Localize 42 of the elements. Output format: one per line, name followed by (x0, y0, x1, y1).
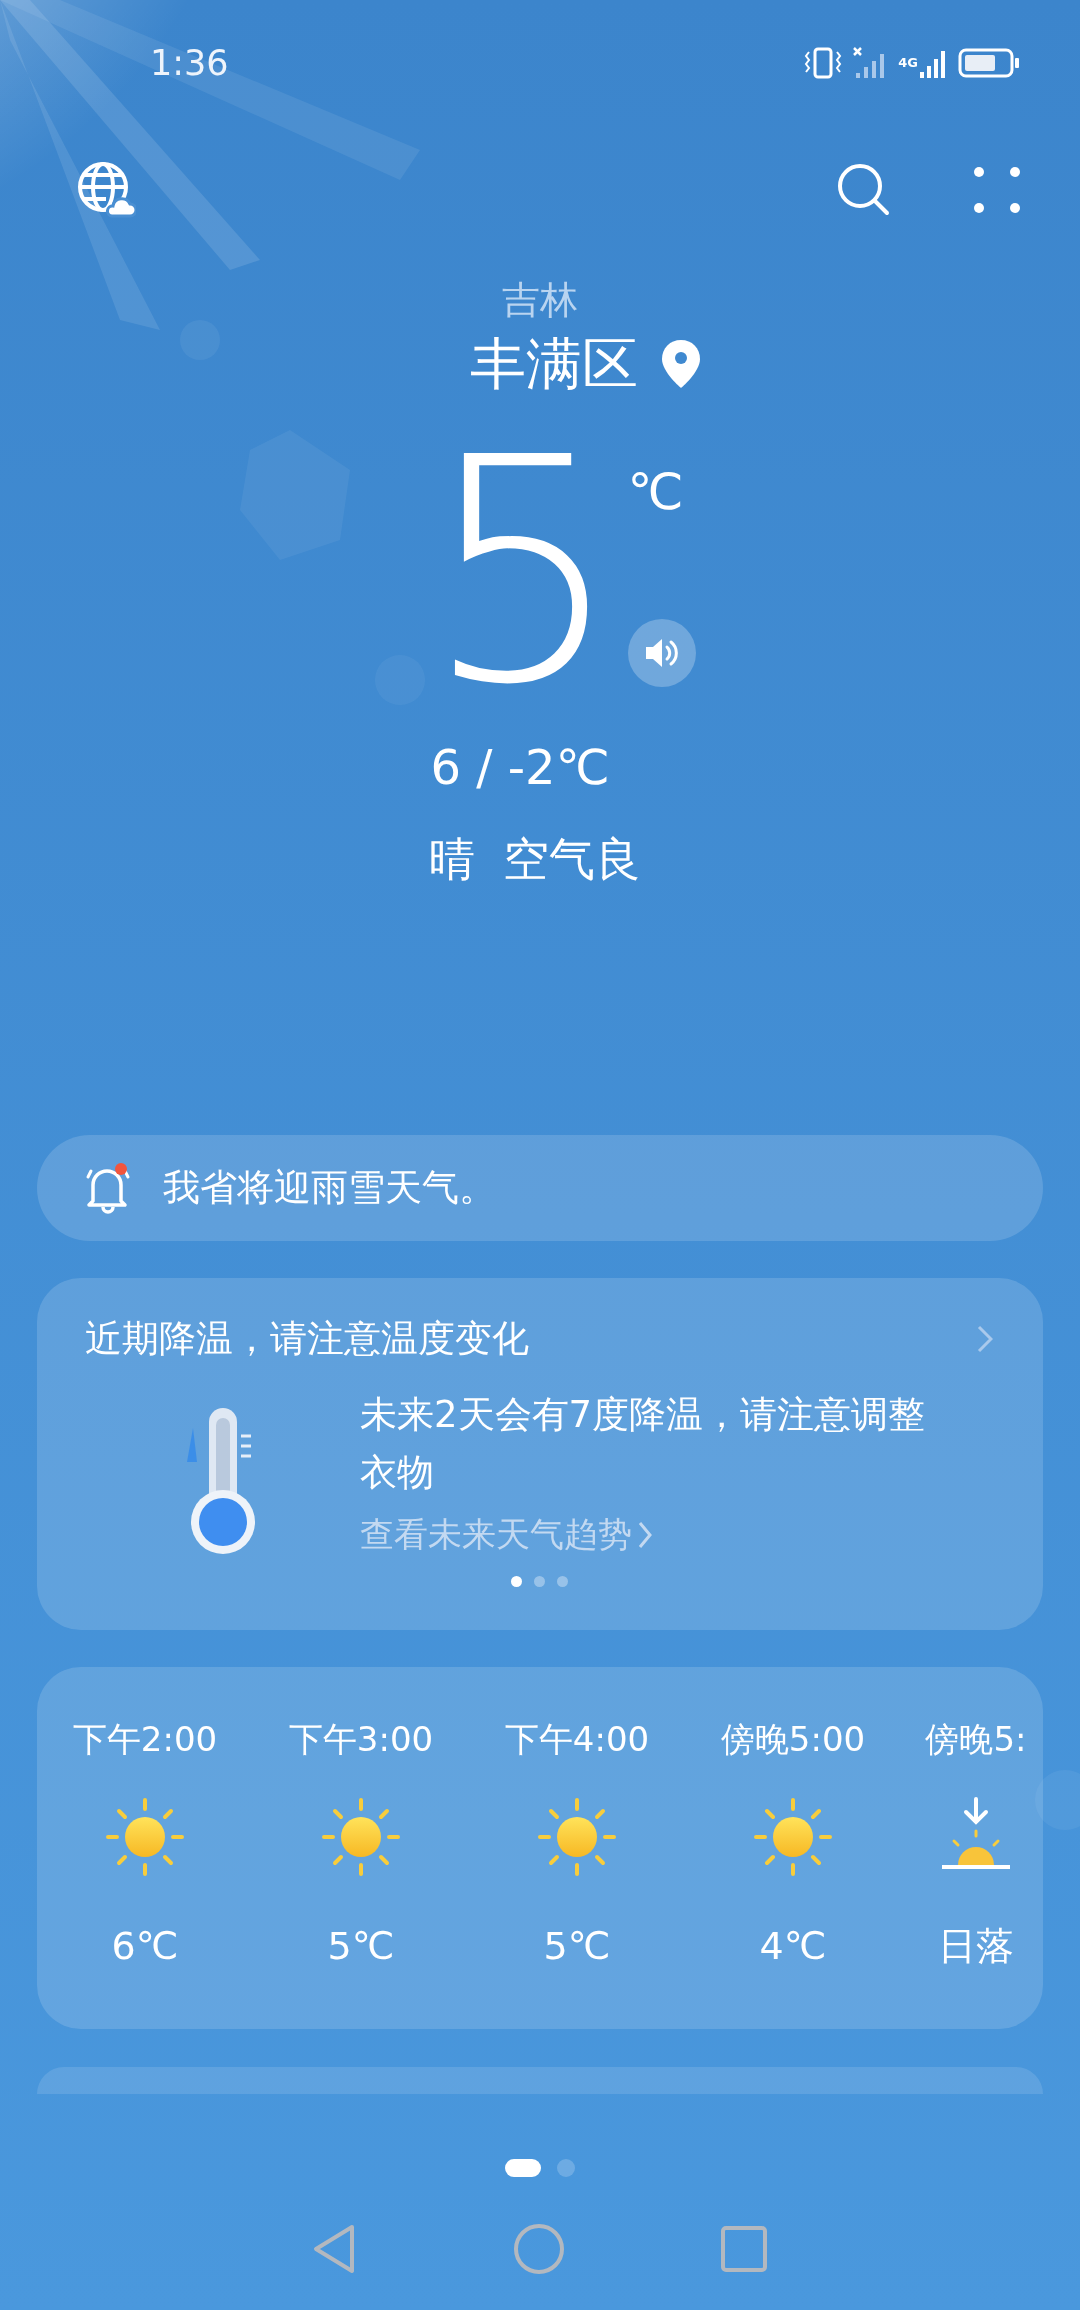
more-dots-icon[interactable] (974, 167, 1020, 213)
network-label: 4G (898, 56, 918, 69)
tip-title: 近期降温，请注意温度变化 (85, 1316, 530, 1362)
clock-time: 1:36 (150, 42, 230, 83)
sun-icon (753, 1797, 833, 1877)
high-low-temperature: 6 / -2℃ (430, 738, 610, 797)
district-name: 丰满区 (470, 330, 638, 398)
sun-icon (537, 1797, 617, 1877)
sun-icon (321, 1797, 401, 1877)
alert-banner[interactable]: 我省将迎雨雪天气。 (37, 1135, 1043, 1241)
chevron-right-icon (977, 1325, 993, 1353)
hour-temperature: 6℃ (111, 1923, 179, 1970)
hour-temperature: 4℃ (759, 1923, 827, 1970)
tip-card[interactable]: 近期降温，请注意温度变化 未来2天会有7度降温，请注意调整衣物 查看未来天气趋势 (37, 1278, 1043, 1630)
hour-temperature: 5℃ (327, 1923, 395, 1970)
home-button[interactable] (513, 2223, 565, 2275)
current-temperature: 5 (424, 437, 618, 707)
sunset-label: 日落 (938, 1923, 1014, 1970)
location-pin-icon (660, 338, 702, 390)
carousel-dot[interactable] (510, 1576, 522, 1587)
hour-time: 傍晚5: (925, 1718, 1027, 1761)
air-quality: 空气良 (503, 831, 641, 888)
forecast-trend-link[interactable]: 查看未来天气趋势 (360, 1512, 652, 1558)
recents-button[interactable] (720, 2225, 768, 2273)
hour-time: 下午4:00 (504, 1718, 650, 1761)
chevron-right-icon (638, 1520, 652, 1550)
hour-time: 傍晚5:00 (720, 1718, 866, 1761)
hour-temperature: 5℃ (543, 1923, 611, 1970)
carousel-dot[interactable] (533, 1576, 545, 1587)
page-indicator-dot[interactable] (557, 2159, 575, 2177)
hour-time: 下午2:00 (72, 1718, 218, 1761)
hour-time: 下午3:00 (288, 1718, 434, 1761)
temperature-unit: ℃ (627, 467, 684, 517)
region-name: 吉林 (502, 277, 578, 324)
alert-text: 我省将迎雨雪天气。 (163, 1165, 496, 1211)
tip-message: 未来2天会有7度降温，请注意调整衣物 (360, 1392, 927, 1496)
globe-cloud-icon[interactable] (76, 160, 136, 220)
sun-icon (105, 1797, 185, 1877)
vibrate-icon (804, 45, 843, 80)
weather-condition: 晴 (429, 831, 475, 888)
search-icon[interactable] (836, 162, 892, 218)
carousel-dot[interactable] (556, 1576, 568, 1587)
